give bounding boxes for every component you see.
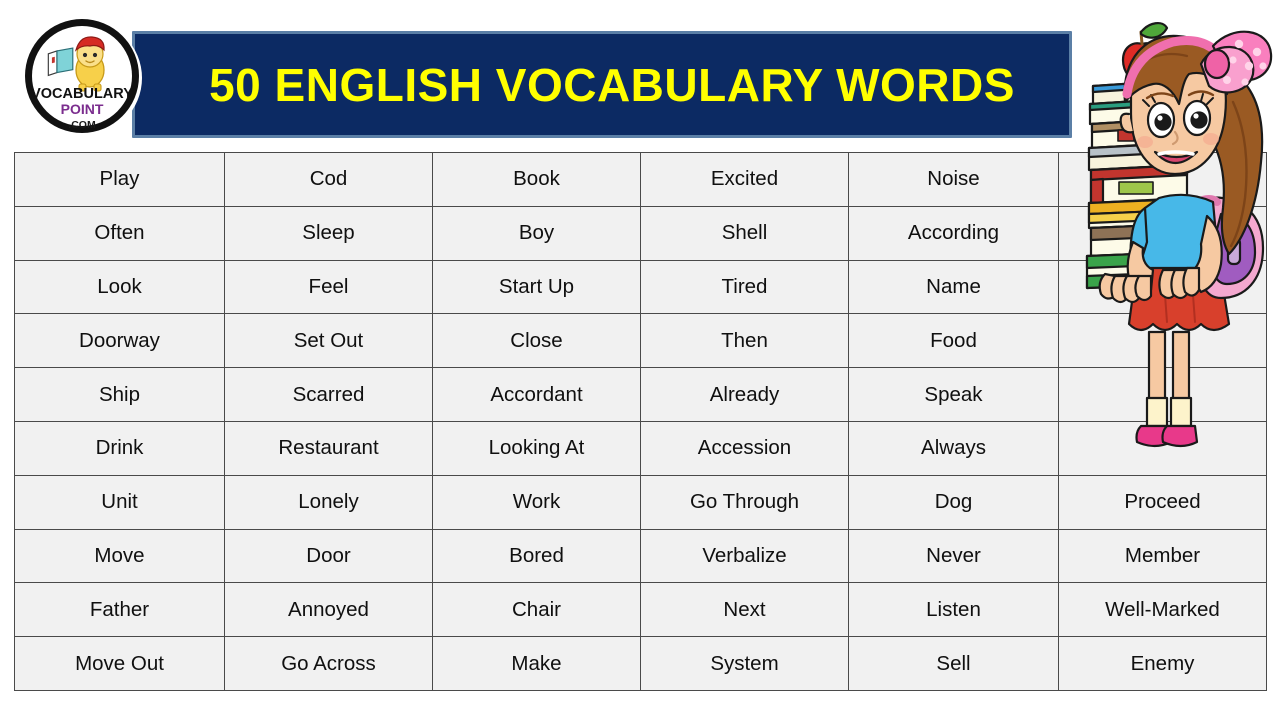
word-cell: Name <box>848 259 1059 315</box>
word-cell: Cod <box>224 152 433 207</box>
word-cell: Always <box>848 420 1059 476</box>
word-cell: Work <box>432 474 641 530</box>
word-cell: Food <box>848 313 1059 369</box>
table-row: Doorway Set Out Close Then Food <box>14 313 1267 369</box>
word-cell: Proceed <box>1058 474 1267 530</box>
word-cell: Next <box>640 582 849 638</box>
word-cell: Bored <box>432 528 641 584</box>
word-cell: Drink <box>14 420 225 476</box>
word-cell: Chair <box>432 582 641 638</box>
word-cell: Shell <box>640 205 849 261</box>
word-cell: Never <box>848 528 1059 584</box>
word-cell: Start Up <box>432 259 641 315</box>
table-row: Drink Restaurant Looking At Accession Al… <box>14 420 1267 476</box>
word-cell <box>1058 205 1267 261</box>
table-row: Unit Lonely Work Go Through Dog Proceed <box>14 474 1267 530</box>
logo-line-3: .COM <box>68 119 96 131</box>
vocabulary-words-table: Play Cod Book Excited Noise Often Sleep … <box>14 152 1267 691</box>
table-row: Play Cod Book Excited Noise <box>14 152 1267 207</box>
word-cell: Looking At <box>432 420 641 476</box>
word-cell: Often <box>14 205 225 261</box>
word-cell: Verbalize <box>640 528 849 584</box>
logo-line-1: VOCABULARY <box>31 86 133 102</box>
word-cell: Move <box>14 528 225 584</box>
word-cell: Look <box>14 259 225 315</box>
word-cell: Sleep <box>224 205 433 261</box>
word-cell: Excited <box>640 152 849 207</box>
table-row: Often Sleep Boy Shell According <box>14 205 1267 261</box>
table-body: Play Cod Book Excited Noise Often Sleep … <box>14 152 1267 691</box>
word-cell: Member <box>1058 528 1267 584</box>
word-cell: Move Out <box>14 636 225 691</box>
page-title: 50 ENGLISH VOCABULARY WORDS <box>209 58 1015 111</box>
vocabulary-point-logo[interactable]: VOCABULARY POINT .COM <box>22 16 146 140</box>
word-cell: Well-Marked <box>1058 582 1267 638</box>
word-cell <box>1058 420 1267 476</box>
title-banner: 50 ENGLISH VOCABULARY WORDS <box>132 31 1072 138</box>
word-cell: Father <box>14 582 225 638</box>
word-cell: Unit <box>14 474 225 530</box>
word-cell: Scarred <box>224 367 433 422</box>
word-cell: Boy <box>432 205 641 261</box>
table-row: Look Feel Start Up Tired Name <box>14 259 1267 315</box>
word-cell: Ship <box>14 367 225 422</box>
word-cell: Make <box>432 636 641 691</box>
word-cell <box>1058 259 1267 315</box>
table-row: Move Out Go Across Make System Sell Enem… <box>14 636 1267 691</box>
word-cell: Accordant <box>432 367 641 422</box>
word-cell: According <box>848 205 1059 261</box>
word-cell: System <box>640 636 849 691</box>
word-cell: Annoyed <box>224 582 433 638</box>
word-cell: Set Out <box>224 313 433 369</box>
header-band: 50 ENGLISH VOCABULARY WORDS VOCABULARY P… <box>0 0 1280 150</box>
word-cell: Noise <box>848 152 1059 207</box>
word-cell: Doorway <box>14 313 225 369</box>
word-cell: Lonely <box>224 474 433 530</box>
word-cell: Speak <box>848 367 1059 422</box>
word-cell: Already <box>640 367 849 422</box>
word-cell: Book <box>432 152 641 207</box>
word-cell <box>1058 152 1267 207</box>
word-cell: Go Through <box>640 474 849 530</box>
word-cell: Go Across <box>224 636 433 691</box>
word-cell: Dog <box>848 474 1059 530</box>
word-cell <box>1058 367 1267 422</box>
table-row: Ship Scarred Accordant Already Speak <box>14 367 1267 422</box>
logo-line-2: POINT <box>61 101 104 117</box>
word-cell: Listen <box>848 582 1059 638</box>
table-row: Father Annoyed Chair Next Listen Well-Ma… <box>14 582 1267 638</box>
word-cell: Then <box>640 313 849 369</box>
word-cell: Tired <box>640 259 849 315</box>
word-cell: Enemy <box>1058 636 1267 691</box>
word-cell: Accession <box>640 420 849 476</box>
word-cell <box>1058 313 1267 369</box>
vocabulary-worksheet-page: 50 ENGLISH VOCABULARY WORDS VOCABULARY P… <box>0 0 1280 720</box>
word-cell: Restaurant <box>224 420 433 476</box>
word-cell: Feel <box>224 259 433 315</box>
table-row: Move Door Bored Verbalize Never Member <box>14 528 1267 584</box>
word-cell: Close <box>432 313 641 369</box>
word-cell: Sell <box>848 636 1059 691</box>
word-cell: Play <box>14 152 225 207</box>
word-cell: Door <box>224 528 433 584</box>
